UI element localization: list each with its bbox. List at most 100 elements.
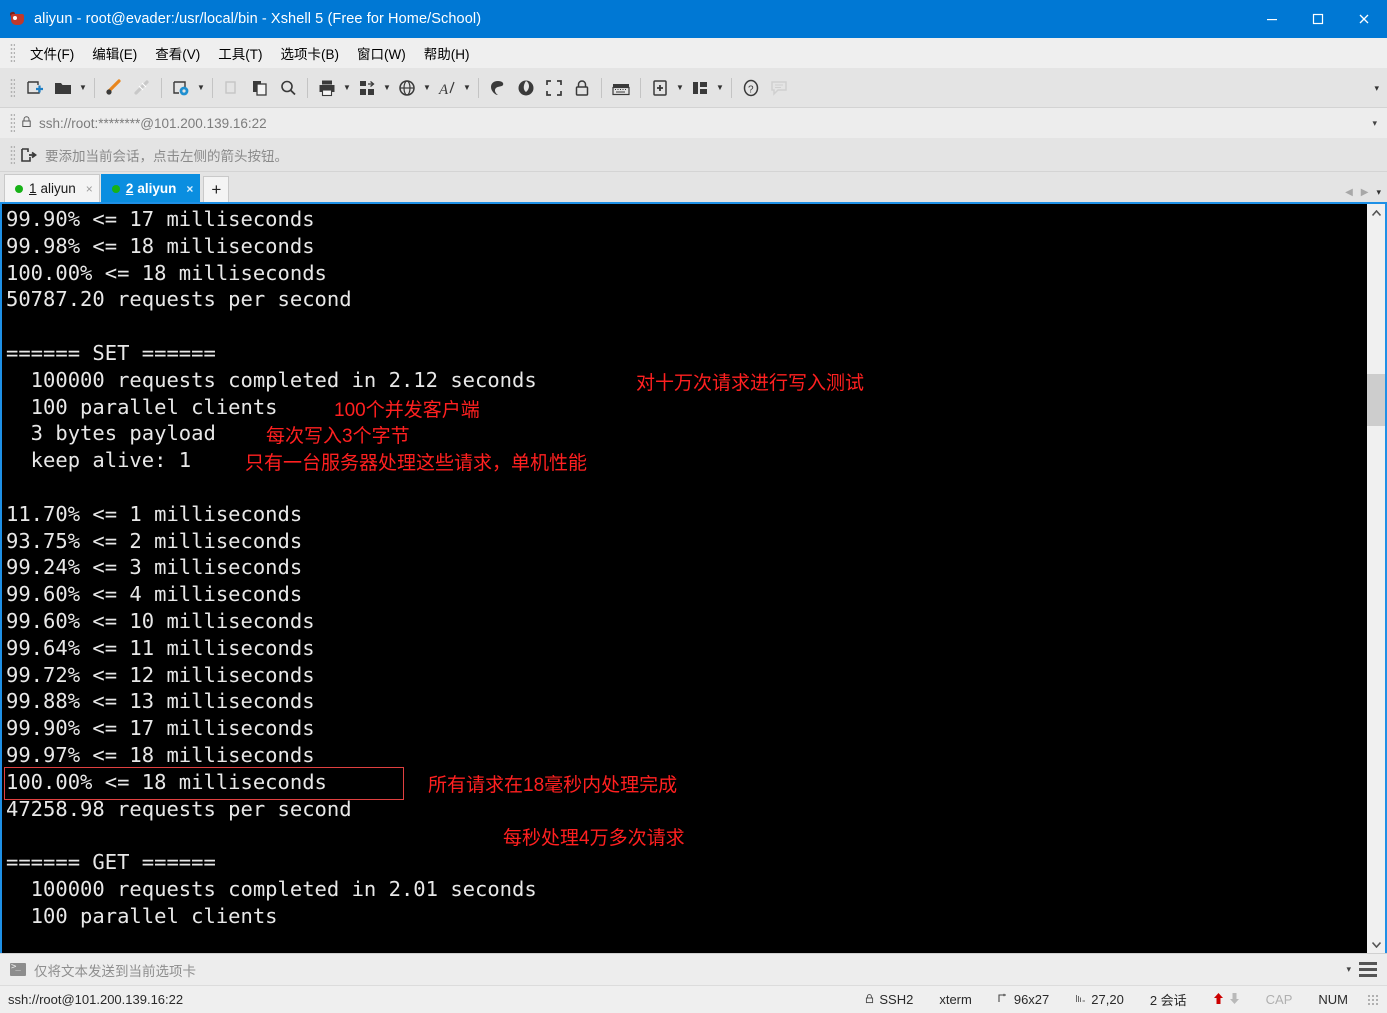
terminal-line: 99.98% <= 18 milliseconds [6, 233, 315, 258]
status-size-icon [998, 993, 1009, 1007]
address-bar[interactable]: ssh://root:********@101.200.139.16:22 ▾ [0, 108, 1387, 138]
file-transfer-icon[interactable] [353, 74, 381, 102]
keyboard-icon[interactable] [607, 74, 635, 102]
status-sessions: 2 会话 [1149, 993, 1187, 1008]
status-protocol-label: SSH2 [879, 992, 914, 1007]
log-icon[interactable] [484, 74, 512, 102]
status-connection: ssh://root@101.200.139.16:22 [8, 992, 184, 1007]
trace-icon[interactable] [512, 74, 540, 102]
session-properties-caret-icon[interactable]: ▼ [195, 74, 207, 102]
terminal-line: 99.97% <= 18 milliseconds [6, 742, 315, 767]
print-icon[interactable] [313, 74, 341, 102]
font-icon[interactable]: A [433, 74, 461, 102]
menu-grip[interactable] [10, 43, 15, 63]
terminal-line: 99.90% <= 17 milliseconds [6, 207, 315, 231]
menu-window[interactable]: 窗口(W) [348, 40, 415, 66]
status-cursor: 27,20 [1062, 992, 1137, 1007]
address-dropdown-icon[interactable]: ▾ [1372, 118, 1377, 129]
status-terminal-type: xterm [939, 992, 972, 1007]
address-input[interactable]: ssh://root:********@101.200.139.16:22 [39, 116, 267, 131]
window-controls [1249, 0, 1387, 38]
tab-1-aliyun[interactable]: 1 aliyun × [4, 174, 100, 202]
terminal-output[interactable]: 99.90% <= 17 milliseconds 99.98% <= 18 mi… [2, 204, 1367, 953]
terminal-line: 100.00% <= 18 milliseconds [6, 769, 327, 794]
menu-file[interactable]: 文件(F) [21, 40, 83, 66]
file-transfer-caret-icon[interactable]: ▼ [381, 74, 393, 102]
add-session-arrow-icon[interactable] [21, 147, 37, 163]
terminal-line: 11.70% <= 1 milliseconds [6, 501, 303, 526]
toolbar-separator [478, 77, 479, 98]
scrollbar-track[interactable] [1367, 222, 1385, 935]
terminal-scrollbar[interactable] [1367, 204, 1385, 953]
globe-icon[interactable] [393, 74, 421, 102]
globe-caret-icon[interactable]: ▼ [421, 74, 433, 102]
new-tab-button[interactable]: + [203, 176, 230, 202]
send-text-placeholder: 仅将文本发送到当前选项卡 [34, 963, 196, 979]
menu-view[interactable]: 查看(V) [146, 40, 209, 66]
tab-next-icon[interactable]: ▶ [1361, 187, 1369, 198]
address-lock-icon [21, 115, 32, 131]
status-size-label: 96x27 [1013, 992, 1050, 1007]
paste-icon[interactable] [246, 74, 274, 102]
toolbar-grip[interactable] [10, 77, 15, 98]
maximize-button[interactable] [1295, 0, 1341, 38]
session-hint-bar: 要添加当前会话，点击左侧的箭头按钮。 [0, 138, 1387, 172]
open-folder-icon[interactable] [49, 74, 77, 102]
comment-icon[interactable] [765, 74, 793, 102]
xshell-window: aliyun - root@evader:/usr/local/bin - Xs… [0, 0, 1387, 1013]
open-folder-caret-icon[interactable]: ▼ [77, 74, 89, 102]
minimize-button[interactable] [1249, 0, 1295, 38]
print-caret-icon[interactable]: ▼ [341, 74, 353, 102]
tab-close-icon[interactable]: × [186, 182, 193, 196]
terminal-line: ====== SET ====== [6, 340, 216, 365]
lock-icon[interactable] [568, 74, 596, 102]
hint-grip[interactable] [10, 144, 15, 165]
scrollbar-thumb[interactable] [1367, 374, 1385, 426]
tab-status-dot-icon [15, 184, 23, 193]
terminal-annotation: 所有请求在18毫秒内处理完成 [428, 774, 678, 796]
address-grip[interactable] [10, 113, 15, 133]
menu-tabs[interactable]: 选项卡(B) [272, 40, 349, 66]
terminal-line: 47258.98 requests per second [6, 796, 352, 821]
send-dropdown-icon[interactable]: ▾ [1346, 964, 1351, 975]
find-icon[interactable] [274, 74, 302, 102]
new-session-icon[interactable] [21, 74, 49, 102]
terminal-line: 99.88% <= 13 milliseconds [6, 689, 315, 714]
tab-prev-icon[interactable]: ◀ [1345, 187, 1353, 198]
terminal-annotation: 对十万次请求进行写入测试 [636, 372, 865, 394]
close-button[interactable] [1341, 0, 1387, 38]
status-lock-icon [865, 993, 874, 1007]
disconnect-icon [128, 74, 156, 102]
download-arrow-icon [1229, 992, 1240, 1008]
copy-icon [218, 74, 246, 102]
scroll-up-icon[interactable] [1367, 204, 1385, 222]
window-title: aliyun - root@evader:/usr/local/bin - Xs… [34, 11, 482, 27]
toolbar-overflow-icon[interactable]: ▾ [1374, 68, 1379, 108]
fullscreen-icon[interactable] [540, 74, 568, 102]
tab-navigation: ◀ ▶ ▾ [1345, 187, 1381, 198]
layout-icon[interactable] [686, 74, 714, 102]
font-caret-icon[interactable]: ▼ [461, 74, 473, 102]
tab-list-icon[interactable]: ▾ [1376, 187, 1381, 198]
toolbar-separator [601, 77, 602, 98]
add-pane-icon[interactable] [646, 74, 674, 102]
menu-help[interactable]: 帮助(H) [415, 40, 479, 66]
send-text-bar[interactable]: 仅将文本发送到当前选项卡 ▾ [0, 953, 1387, 985]
status-cursor-icon [1075, 993, 1086, 1007]
resize-grip[interactable] [1367, 993, 1379, 1006]
menu-tools[interactable]: 工具(T) [209, 40, 271, 66]
scroll-down-icon[interactable] [1367, 935, 1385, 953]
hamburger-menu-icon[interactable] [1359, 960, 1379, 980]
menu-edit[interactable]: 编辑(E) [83, 40, 146, 66]
terminal-panel: 99.90% <= 17 milliseconds 99.98% <= 18 mi… [0, 202, 1387, 953]
tab-close-icon[interactable]: × [86, 182, 93, 196]
tab-2-aliyun[interactable]: 2 aliyun × [100, 174, 201, 202]
add-pane-caret-icon[interactable]: ▼ [674, 74, 686, 102]
toolbar-separator [161, 77, 162, 98]
layout-caret-icon[interactable]: ▼ [714, 74, 726, 102]
session-properties-icon[interactable] [167, 74, 195, 102]
terminal-annotation: 每次写入3个字节 [266, 426, 410, 448]
connect-icon[interactable] [100, 74, 128, 102]
help-icon[interactable]: ? [737, 74, 765, 102]
svg-text:A: A [438, 82, 449, 98]
